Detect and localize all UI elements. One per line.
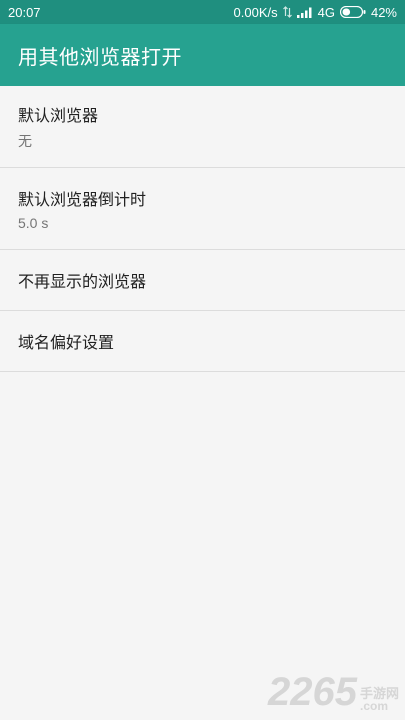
default-browser-title: 默认浏览器 xyxy=(18,106,99,125)
app-bar: 用其他浏览器打开 xyxy=(0,24,405,86)
status-bar: 20:07 0.00K/s 4G 42% xyxy=(0,0,405,24)
site-watermark: 2265 手游网 .com xyxy=(268,672,399,712)
countdown-value: 5.0 s xyxy=(18,215,49,231)
watermark-number: 2265 xyxy=(268,670,357,714)
status-time: 20:07 xyxy=(8,4,41,20)
default-browser-value: 无 xyxy=(18,133,32,149)
countdown-title: 默认浏览器倒计时 xyxy=(18,190,147,209)
domain-prefs-item[interactable]: 域名偏好设置 xyxy=(0,311,405,372)
network-type: 4G xyxy=(317,4,335,20)
data-transfer-icon xyxy=(282,6,292,18)
default-browser-item[interactable]: 默认浏览器 无 xyxy=(0,86,405,168)
battery-icon xyxy=(339,6,366,18)
countdown-item[interactable]: 默认浏览器倒计时 5.0 s xyxy=(0,168,405,250)
hidden-browsers-item[interactable]: 不再显示的浏览器 xyxy=(0,250,405,311)
page-title: 用其他浏览器打开 xyxy=(18,44,182,69)
network-speed: 0.00K/s xyxy=(233,4,278,20)
hidden-browsers-title: 不再显示的浏览器 xyxy=(18,272,147,291)
settings-list: 默认浏览器 无 默认浏览器倒计时 5.0 s 不再显示的浏览器 域名偏好设置 xyxy=(0,86,405,372)
watermark-site-en: .com xyxy=(359,699,388,713)
battery-percent: 42% xyxy=(370,4,397,20)
signal-icon xyxy=(296,7,313,18)
domain-prefs-title: 域名偏好设置 xyxy=(18,333,115,352)
